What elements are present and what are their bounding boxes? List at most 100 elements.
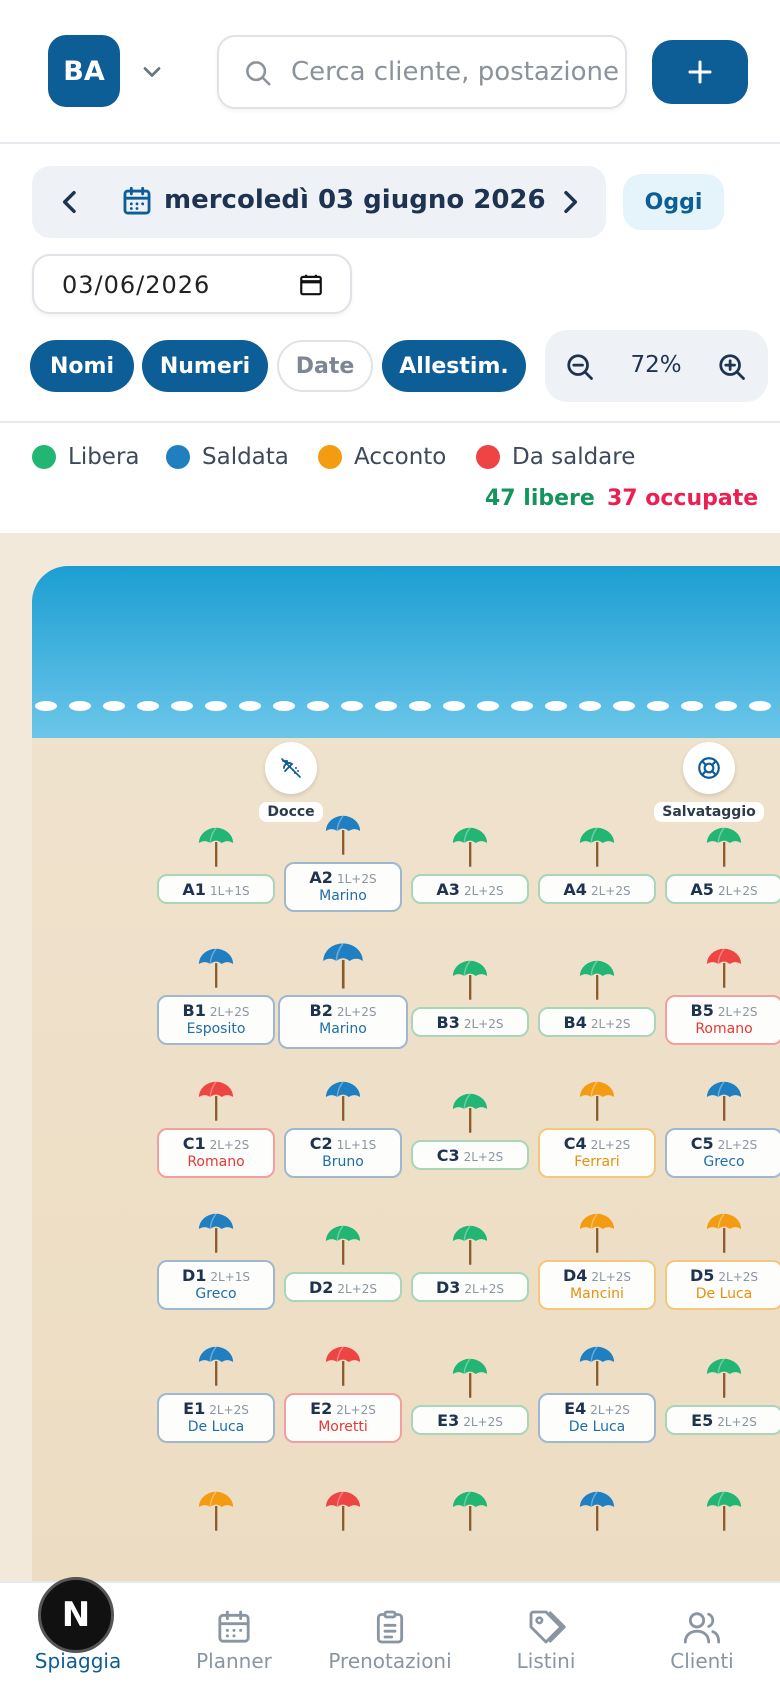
spot-card[interactable]: A1 1L+1S <box>157 874 275 904</box>
spot-client-name: Romano <box>695 1021 753 1037</box>
umbrella-icon <box>452 960 488 1000</box>
current-date-label: mercoledì 03 giugno 2026 <box>164 185 546 215</box>
search-box[interactable] <box>217 35 627 109</box>
legend-label: Libera <box>68 444 140 470</box>
umbrella-icon <box>198 948 234 988</box>
spot-card[interactable]: D2 2L+2S <box>284 1272 402 1302</box>
spot-card[interactable]: B2 2L+2S Marino <box>278 995 408 1049</box>
search-input[interactable] <box>291 37 621 107</box>
chip-setup[interactable]: Allestim. <box>382 340 526 392</box>
nav-beach[interactable]: N Spiaggia <box>0 1577 156 1688</box>
umbrella-icon <box>579 1346 615 1386</box>
spot-code: B5 <box>690 1001 714 1020</box>
spot-code: B2 <box>309 1001 333 1020</box>
umbrella-icon <box>706 827 742 867</box>
umbrella-icon <box>579 1213 615 1253</box>
spot-setup: 2L+2S <box>590 1403 630 1417</box>
nav-clients[interactable]: Clienti <box>624 1583 780 1688</box>
spot-code: E2 <box>310 1399 333 1418</box>
today-button[interactable]: Oggi <box>623 174 724 230</box>
spot-card[interactable]: A2 1L+2S Marino <box>284 862 402 912</box>
umbrella-icon <box>325 815 361 855</box>
zoom-level: 72% <box>630 352 682 378</box>
spot-card[interactable]: D5 2L+2S De Luca <box>665 1260 780 1310</box>
shower-icon <box>265 742 317 794</box>
chip-numbers[interactable]: Numeri <box>142 340 268 392</box>
umbrella-icon <box>325 1225 361 1265</box>
umbrella-icon <box>198 1081 234 1121</box>
spot-card[interactable]: E1 2L+2S De Luca <box>157 1393 275 1443</box>
chip-dates[interactable]: Date <box>277 340 373 392</box>
spot-card[interactable]: D3 2L+2S <box>411 1272 529 1302</box>
chevron-right-icon[interactable] <box>554 186 586 218</box>
spot-setup: 2L+2S <box>209 1005 250 1019</box>
facility-label: Docce <box>259 802 323 822</box>
spot-setup: 2L+1S <box>210 1270 251 1284</box>
spot-client-name: De Luca <box>695 1286 753 1302</box>
zoom-control: 72% <box>545 330 768 402</box>
chevron-left-icon[interactable] <box>54 186 86 218</box>
spot-setup: 2L+2S <box>463 1415 503 1429</box>
nav-label: Planner <box>196 1649 272 1673</box>
spot-card[interactable]: C2 1L+1S Bruno <box>284 1128 402 1178</box>
legend-paid: Saldata <box>166 442 289 472</box>
facility-showers[interactable]: Docce <box>231 742 351 822</box>
spot-card[interactable]: D1 2L+1S Greco <box>157 1260 275 1310</box>
nav-planner[interactable]: Planner <box>156 1583 312 1688</box>
spot-client-name: Bruno <box>322 1154 364 1170</box>
legend-label: Da saldare <box>512 444 636 470</box>
occupied-count: 37 occupate <box>607 486 759 511</box>
spot-client-name: Marino <box>319 1021 367 1037</box>
spot-code: E5 <box>691 1411 714 1430</box>
spot-card[interactable]: B1 2L+2S Esposito <box>157 995 275 1045</box>
chevron-down-icon[interactable] <box>138 58 166 86</box>
plus-icon <box>688 60 712 84</box>
legend-dot <box>166 445 190 469</box>
spot-card[interactable]: E4 2L+2S De Luca <box>538 1393 656 1443</box>
spot-card[interactable]: A3 2L+2S <box>411 874 529 904</box>
spot-code: C1 <box>182 1134 206 1153</box>
spot-code: E3 <box>437 1411 460 1430</box>
spot-setup: 1L+2S <box>336 872 377 886</box>
beach-map[interactable]: Docce Salvataggio A1 1L+1S A2 1L+2S Marino A3… <box>0 533 780 1583</box>
spot-card[interactable]: E2 2L+2S Moretti <box>284 1393 402 1443</box>
spot-setup: 2L+2S <box>209 1138 250 1152</box>
spot-client-name: Greco <box>195 1286 237 1302</box>
nav-bookings[interactable]: Prenotazioni <box>312 1583 468 1688</box>
spot-code: D2 <box>308 1278 334 1297</box>
date-picker-input[interactable]: 03/06/2026 <box>32 254 352 314</box>
spot-code: A3 <box>436 880 460 899</box>
spot-card[interactable]: E5 2L+2S <box>665 1405 780 1435</box>
spot-code: C2 <box>309 1134 333 1153</box>
umbrella-icon <box>452 827 488 867</box>
spot-card[interactable]: B4 2L+2S <box>538 1007 656 1037</box>
legend-deposit: Acconto <box>318 442 446 472</box>
spot-card[interactable]: D4 2L+2S Mancini <box>538 1260 656 1310</box>
spot-code: D5 <box>689 1266 715 1285</box>
spot-card[interactable]: C5 2L+2S Greco <box>665 1128 780 1178</box>
spot-card[interactable]: C1 2L+2S Romano <box>157 1128 275 1178</box>
spot-card[interactable]: C4 2L+2S Ferrari <box>538 1128 656 1178</box>
spot-card[interactable]: B3 2L+2S <box>411 1007 529 1037</box>
zoom-in-icon[interactable] <box>717 352 747 382</box>
spot-setup: 2L+2S <box>336 1403 376 1417</box>
spot-card[interactable]: B5 2L+2S Romano <box>665 995 780 1045</box>
umbrella-icon <box>706 948 742 988</box>
spot-setup: 2L+2S <box>590 1138 631 1152</box>
nav-pricelists[interactable]: Listini <box>468 1583 624 1688</box>
facility-lifeguard[interactable]: Salvataggio <box>649 742 769 822</box>
spot-client-name: Romano <box>187 1154 245 1170</box>
umbrella-icon <box>325 1081 361 1121</box>
zoom-out-icon[interactable] <box>565 352 595 382</box>
establishment-avatar[interactable]: BA <box>48 35 120 107</box>
spot-card[interactable]: E3 2L+2S <box>411 1405 529 1435</box>
spot-code: C4 <box>563 1134 587 1153</box>
add-button[interactable] <box>652 40 748 104</box>
spot-card[interactable]: C3 2L+2S <box>411 1140 529 1170</box>
chip-names[interactable]: Nomi <box>30 340 134 392</box>
calendar-picker-icon[interactable] <box>298 272 324 298</box>
spot-card[interactable]: A5 2L+2S <box>665 874 780 904</box>
umbrella-icon <box>452 1225 488 1265</box>
spot-card[interactable]: A4 2L+2S <box>538 874 656 904</box>
tag-icon <box>529 1610 566 1644</box>
